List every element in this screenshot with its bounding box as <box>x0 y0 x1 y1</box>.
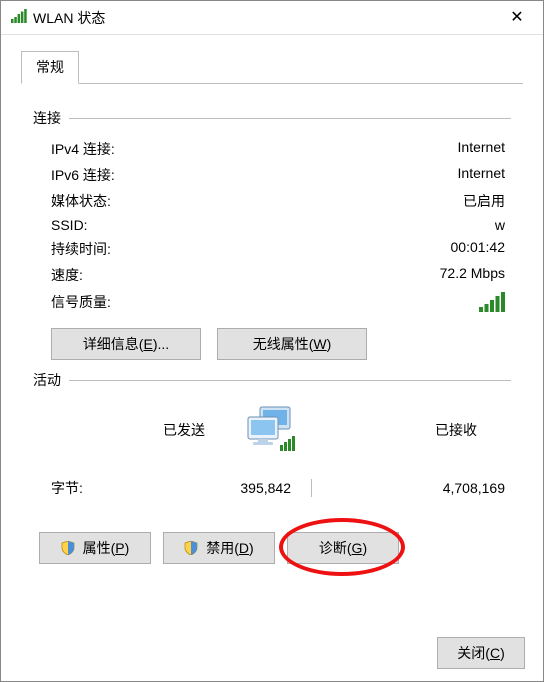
network-computers-icon <box>244 405 300 458</box>
details-button[interactable]: 详细信息(E)... <box>51 328 201 360</box>
group-activity-label: 活动 <box>33 370 61 390</box>
row-ssid: SSID: w <box>33 214 511 236</box>
group-activity: 活动 <box>33 370 511 390</box>
tab-body: 连接 IPv4 连接: Internet IPv6 连接: Internet 媒… <box>13 84 531 644</box>
disable-button[interactable]: 禁用(D) <box>163 532 275 564</box>
duration-value: 00:01:42 <box>201 239 511 259</box>
speed-label: 速度: <box>51 265 201 285</box>
ipv6-label: IPv6 连接: <box>51 165 201 185</box>
titlebar: WLAN 状态 ✕ <box>1 1 543 35</box>
client-area: 常规 连接 IPv4 连接: Internet IPv6 连接: Interne… <box>1 35 543 681</box>
properties-button[interactable]: 属性(P) <box>39 532 151 564</box>
divider <box>69 380 511 381</box>
ipv4-value: Internet <box>201 139 511 159</box>
row-signal: 信号质量: <box>33 288 511 316</box>
bytes-received-value: 4,708,169 <box>331 480 511 496</box>
ssid-label: SSID: <box>51 217 201 233</box>
shield-icon <box>61 542 79 558</box>
tab-general[interactable]: 常规 <box>21 51 79 84</box>
window-title: WLAN 状态 <box>33 8 495 28</box>
dialog-footer: 关闭(C) <box>437 637 525 669</box>
row-media: 媒体状态: 已启用 <box>33 188 511 214</box>
connection-buttons: 详细信息(E)... 无线属性(W) <box>51 328 511 360</box>
group-connection-label: 连接 <box>33 108 61 128</box>
wlan-status-dialog: WLAN 状态 ✕ 常规 连接 IPv4 连接: Internet IPv6 连… <box>0 0 544 682</box>
ipv6-value: Internet <box>201 165 511 185</box>
bytes-label: 字节: <box>51 478 171 498</box>
duration-label: 持续时间: <box>51 239 201 259</box>
sent-label: 已发送 <box>163 420 205 440</box>
activity-section: 活动 已发送 <box>33 370 511 564</box>
speed-value: 72.2 Mbps <box>201 265 511 285</box>
ipv4-label: IPv4 连接: <box>51 139 201 159</box>
bytes-sent-value: 395,842 <box>171 480 291 496</box>
activity-buttons: 属性(P) 禁用(D) 诊断(G) <box>39 532 511 564</box>
close-button[interactable]: 关闭(C) <box>437 637 525 669</box>
media-label: 媒体状态: <box>51 191 201 211</box>
row-speed: 速度: 72.2 Mbps <box>33 262 511 288</box>
ssid-value: w <box>201 217 511 233</box>
divider <box>291 479 331 497</box>
row-bytes: 字节: 395,842 4,708,169 <box>33 468 511 504</box>
group-connection: 连接 <box>33 108 511 128</box>
row-duration: 持续时间: 00:01:42 <box>33 236 511 262</box>
shield-icon <box>184 542 202 558</box>
tab-strip: 常规 <box>21 51 523 84</box>
row-ipv4: IPv4 连接: Internet <box>33 136 511 162</box>
row-ipv6: IPv6 连接: Internet <box>33 162 511 188</box>
wireless-properties-button[interactable]: 无线属性(W) <box>217 328 367 360</box>
signal-bars-icon <box>11 9 27 26</box>
media-value: 已启用 <box>201 191 511 211</box>
activity-visual: 已发送 <box>33 398 511 464</box>
diagnose-button[interactable]: 诊断(G) <box>287 532 399 564</box>
close-icon[interactable]: ✕ <box>495 3 539 33</box>
divider <box>69 118 511 119</box>
signal-label: 信号质量: <box>51 292 201 312</box>
received-label: 已接收 <box>435 420 477 440</box>
signal-bars-icon <box>201 292 511 312</box>
